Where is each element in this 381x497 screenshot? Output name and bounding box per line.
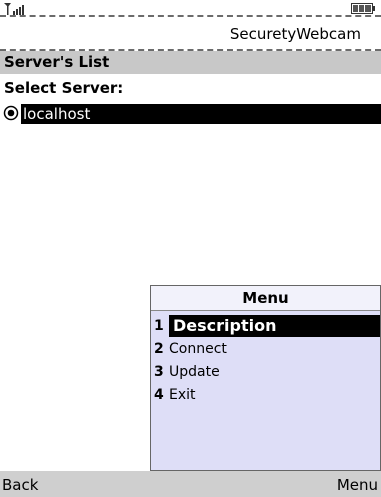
menu-item-number: 4 — [154, 387, 164, 403]
menu-item-number: 3 — [154, 364, 164, 380]
menu-softkey[interactable]: Menu — [337, 476, 378, 494]
menu-item-description[interactable]: 1 Description — [151, 315, 380, 337]
menu-item-update[interactable]: 3 Update — [151, 361, 380, 383]
menu-title: Menu — [151, 286, 380, 311]
menu-item-exit[interactable]: 4 Exit — [151, 384, 380, 406]
section-header: Server's List — [0, 51, 381, 74]
menu-item-label: Connect — [169, 341, 227, 357]
server-option-localhost[interactable]: localhost — [21, 104, 381, 124]
menu-item-label: Description — [173, 316, 277, 335]
menu-item-label: Exit — [169, 387, 196, 403]
radio-selected-icon[interactable] — [3, 105, 19, 121]
signal-icon — [4, 3, 24, 15]
select-server-label: Select Server: — [4, 79, 124, 97]
app-title: SecuretyWebcam — [229, 25, 361, 43]
back-softkey[interactable]: Back — [2, 476, 38, 494]
options-menu: Menu 1 Description 2 Connect 3 Update 4 … — [150, 285, 381, 471]
status-divider — [0, 15, 381, 17]
section-header-label: Server's List — [4, 53, 110, 71]
menu-item-label: Update — [169, 364, 220, 380]
menu-item-number: 2 — [154, 341, 164, 357]
menu-item-number: 1 — [154, 318, 164, 334]
softkey-bar: Back Menu — [0, 471, 381, 497]
server-option-label: localhost — [23, 105, 91, 123]
menu-item-connect[interactable]: 2 Connect — [151, 338, 380, 360]
battery-icon — [351, 3, 375, 14]
